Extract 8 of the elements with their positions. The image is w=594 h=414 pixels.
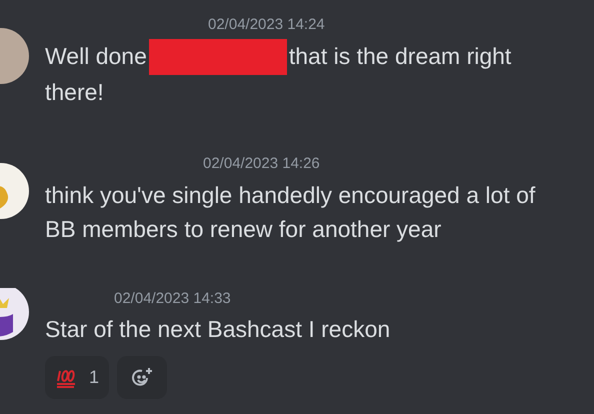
reaction-button[interactable]: 1 [45,356,110,400]
add-reaction-button[interactable] [117,356,168,400]
message-text: Star of the next Bashcast I reckon [45,315,392,344]
message-timestamp: 02/04/2023 14:33 [114,290,231,307]
message-timestamp: 02/04/2023 14:24 [208,16,325,33]
message-text: think you've single handedly encouraged a lot of BB members to renew for another year [45,180,536,244]
message-text: Well done that is the dream right there! [45,38,560,110]
message-timestamp: 02/04/2023 14:26 [203,155,320,172]
